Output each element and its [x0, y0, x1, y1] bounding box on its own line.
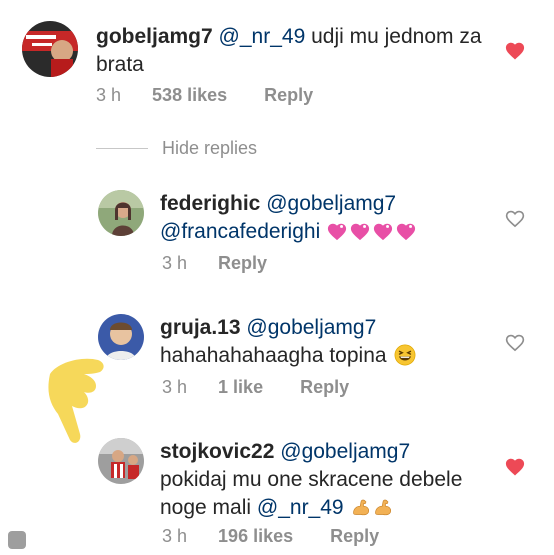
reply-button[interactable]: Reply	[330, 525, 379, 547]
reply-username[interactable]: federighic	[160, 192, 260, 215]
reply-likes[interactable]: 196 likes	[218, 525, 293, 547]
reply-meta: 3 h 196 likes Reply	[162, 525, 379, 547]
reply-username[interactable]: gruja.13	[160, 316, 241, 339]
reply-likes[interactable]: 1 like	[218, 376, 263, 398]
pointing-hand-icon	[38, 352, 118, 453]
sparkling-heart-icon	[326, 220, 418, 243]
reply-time: 3 h	[162, 526, 188, 546]
reply-mention[interactable]: @gobeljamg7	[246, 316, 376, 339]
reply-button[interactable]: Reply	[300, 376, 349, 398]
comment-time: 3 h	[96, 85, 122, 105]
comment-likes[interactable]: 538 likes	[152, 84, 227, 106]
comment-text-line2: brata	[96, 53, 144, 76]
reply-mention[interactable]: @gobeljamg7	[280, 440, 410, 463]
heart-outline-icon[interactable]	[504, 332, 526, 352]
reply-body-line2: noge mali	[160, 496, 257, 519]
comment-mention[interactable]: @_nr_49	[219, 25, 306, 48]
reply-button[interactable]: Reply	[218, 252, 267, 274]
reply-mention-2[interactable]: @_nr_49	[257, 496, 344, 519]
reply-username[interactable]: stojkovic22	[160, 440, 274, 463]
comment-username[interactable]: gobeljamg7	[96, 25, 213, 48]
reply-body: hahahahahaagha topina	[160, 344, 387, 367]
reply-mention[interactable]: @gobeljamg7	[266, 192, 396, 215]
reply-button[interactable]: Reply	[264, 84, 313, 106]
reply-time: 3 h	[162, 253, 188, 273]
heart-filled-icon[interactable]	[504, 456, 526, 476]
reply-meta: 3 h Reply	[162, 252, 267, 274]
heart-filled-icon[interactable]	[504, 40, 526, 60]
avatar[interactable]	[98, 190, 144, 236]
heart-outline-icon[interactable]	[504, 208, 526, 228]
reply-body-line1: pokidaj mu one skracene debele	[160, 468, 463, 491]
app-indicator-icon	[8, 531, 26, 549]
comment-text: gobeljamg7 @_nr_49 udji mu jednom za bra…	[96, 23, 482, 79]
reply-mention-2[interactable]: @francafederighi	[160, 220, 320, 243]
reply-text: stojkovic22 @gobeljamg7 pokidaj mu one s…	[160, 438, 462, 522]
comment-text-line1: udji mu jednom za	[305, 25, 482, 48]
reply-time: 3 h	[162, 377, 188, 397]
hide-replies-label: Hide replies	[162, 137, 258, 158]
hide-replies-button[interactable]: Hide replies	[96, 136, 257, 160]
flexed-biceps-icon	[349, 496, 393, 519]
grinning-squinting-face-icon	[392, 344, 416, 367]
comment-meta: 3 h 538 likes Reply	[96, 84, 313, 106]
divider	[96, 147, 148, 149]
reply-text: gruja.13 @gobeljamg7 hahahahahaagha topi…	[160, 314, 416, 370]
reply-text: federighic @gobeljamg7 @francafederighi	[160, 190, 418, 246]
avatar[interactable]	[22, 21, 78, 77]
reply-meta: 3 h 1 like Reply	[162, 376, 349, 398]
comments-thread: gobeljamg7 @_nr_49 udji mu jednom za bra…	[0, 0, 554, 555]
